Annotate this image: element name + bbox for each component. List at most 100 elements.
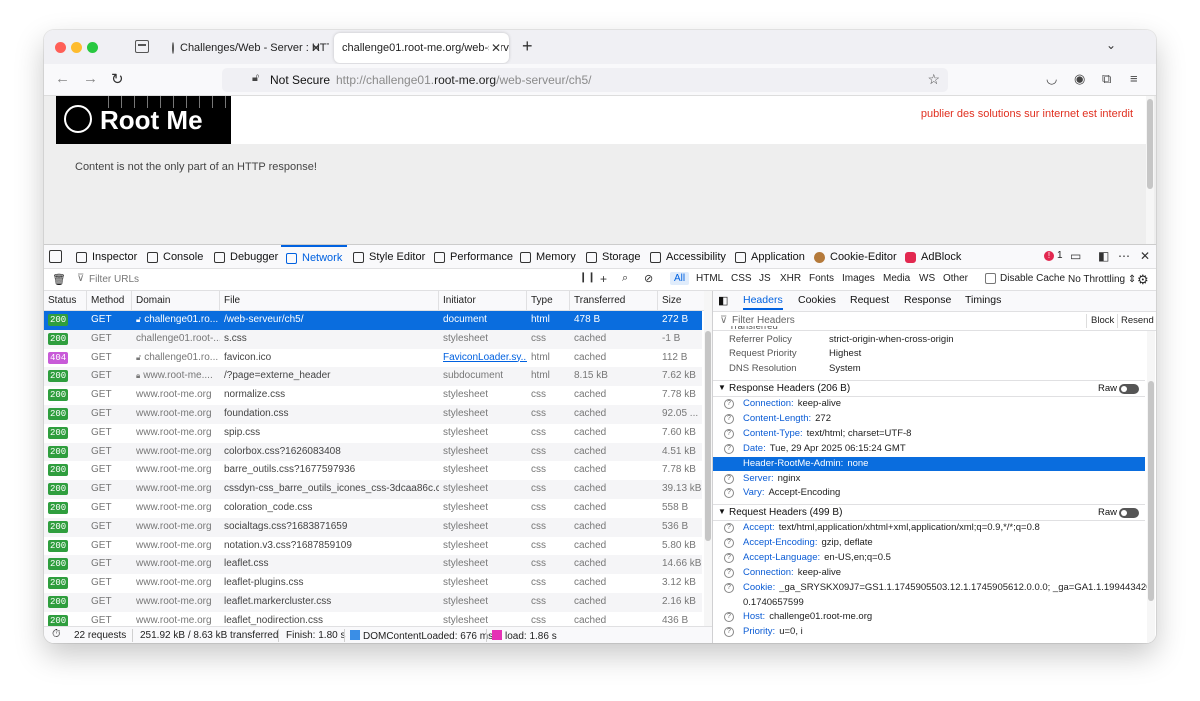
tab-headers[interactable]: Headers	[743, 294, 783, 310]
tab-application[interactable]: Application	[735, 245, 805, 269]
new-tab-icon[interactable]: +	[522, 36, 533, 57]
tab-challenges[interactable]: Challenges/Web - Server : HTTP ✕	[164, 33, 329, 63]
header-row[interactable]: ? Connection: keep-alive	[713, 397, 1145, 412]
trash-icon[interactable]: 🗑︎	[52, 273, 66, 286]
insecure-lock-icon[interactable]: 🔓︎	[252, 72, 259, 85]
table-row[interactable]: 200 GET www.root-me.org cssdyn-css_barre_ou…	[44, 480, 702, 499]
reload-icon[interactable]: ↻	[111, 70, 124, 88]
table-row[interactable]: 200 GET www.root-me.org colorbox.css?162608…	[44, 442, 702, 462]
filter-css[interactable]: CSS	[731, 273, 752, 284]
tab-style-editor[interactable]: Style Editor	[353, 245, 425, 269]
header-row[interactable]: ? Date: Tue, 29 Apr 2025 06:15:24 GMT	[713, 442, 1145, 457]
tab-overview-icon[interactable]	[135, 40, 149, 53]
back-icon[interactable]: ←	[55, 70, 70, 87]
header-row[interactable]: ? Content-Type: text/html; charset=UTF-8	[713, 427, 1145, 442]
dock-icon[interactable]: ◧	[1098, 249, 1109, 263]
more-options-icon[interactable]: ⋯	[1118, 249, 1130, 263]
tab-debugger[interactable]: Debugger	[214, 245, 278, 269]
col-type[interactable]: Type	[527, 291, 570, 311]
close-tab-icon[interactable]: ✕	[488, 41, 501, 55]
table-row[interactable]: 200 GET www.root-me.org foundation.css style…	[44, 405, 702, 424]
raw-toggle[interactable]	[1119, 508, 1139, 518]
tab-storage[interactable]: Storage	[586, 245, 641, 269]
extensions-icon[interactable]: ⧉	[1102, 71, 1111, 87]
checkbox[interactable]	[985, 273, 996, 284]
table-row[interactable]: 200 GET www.root-me.org coloration_code.css…	[44, 499, 702, 518]
tab-challenge-page[interactable]: challenge01.root-me.org/web-server ✕	[334, 33, 509, 63]
not-secure-label[interactable]: Not Secure	[270, 73, 330, 87]
table-row[interactable]: 200 GET www.root-me.org notation.v3.css?168…	[44, 537, 702, 556]
header-row[interactable]: ?Header-RootMe-Admin:none	[713, 456, 1145, 472]
toggle-sidebar-icon[interactable]: ◧	[718, 294, 728, 307]
help-icon[interactable]: ?	[724, 473, 734, 484]
chevron-down-icon[interactable]: ▼	[718, 383, 726, 392]
help-icon[interactable]: ?	[724, 488, 734, 499]
initiator-link[interactable]: FaviconLoader.sy...	[443, 352, 527, 363]
filter-js[interactable]: JS	[759, 273, 771, 284]
minimize-window-button[interactable]	[71, 42, 82, 53]
header-row[interactable]: ? Cookie: _ga_SRYSKX09J7=GS1.1.1745905503.…	[713, 581, 1151, 596]
filter-ws[interactable]: WS	[919, 273, 935, 284]
details-scrollbar[interactable]	[1147, 331, 1155, 643]
col-size[interactable]: Size	[658, 291, 702, 311]
help-icon[interactable]: ?	[724, 443, 734, 454]
close-tab-icon[interactable]: ✕	[311, 41, 321, 55]
menu-icon[interactable]: ≡	[1130, 71, 1138, 86]
help-icon[interactable]: ?	[724, 627, 734, 638]
header-row[interactable]: ? Vary: Accept-Encoding	[713, 486, 1145, 501]
help-icon[interactable]: ?	[724, 567, 734, 578]
tab-accessibility[interactable]: Accessibility	[650, 245, 726, 269]
table-row[interactable]: 200 GET 🔒︎ www.root-me.... /?page=externe_he…	[44, 367, 702, 387]
table-row[interactable]: 200 GET 🔓︎ challenge01.ro... /web-serveur/ch…	[44, 311, 702, 330]
pocket-icon[interactable]: ◡	[1046, 71, 1057, 87]
col-transferred[interactable]: Transferred	[570, 291, 658, 311]
pause-icon[interactable]: ❙❙	[579, 272, 596, 283]
forward-icon[interactable]: →	[83, 70, 98, 87]
header-row[interactable]: ? Accept: text/html,application/xhtml+xml,…	[713, 521, 1145, 536]
tab-inspector[interactable]: Inspector	[76, 245, 137, 269]
close-window-button[interactable]	[55, 42, 66, 53]
table-row[interactable]: 200 GET www.root-me.org leaflet.markerclust…	[44, 593, 702, 612]
help-icon[interactable]: ?	[724, 537, 734, 548]
responsive-icon[interactable]: ▭	[1070, 249, 1081, 263]
table-row[interactable]: 200 GET www.root-me.org socialtags.css?1683…	[44, 517, 702, 537]
help-icon[interactable]: ?	[724, 612, 734, 623]
help-icon[interactable]: ?	[724, 523, 734, 533]
header-row[interactable]: ? Priority: u=0, i	[713, 625, 1145, 640]
gear-icon[interactable]: ⚙	[1137, 272, 1149, 288]
header-row[interactable]: ? Accept-Language: en-US,en;q=0.5	[713, 551, 1145, 566]
chevron-down-icon[interactable]: ⌄	[1106, 38, 1116, 52]
table-row[interactable]: 200 GET challenge01.root-... s.css styleshee…	[44, 329, 702, 349]
header-row[interactable]: ? Server: nginx	[713, 472, 1145, 487]
tab-console[interactable]: Console	[147, 245, 203, 269]
header-row[interactable]: ? Host: challenge01.root-me.org	[713, 610, 1145, 625]
tab-memory[interactable]: Memory	[520, 245, 576, 269]
table-row[interactable]: 200 GET www.root-me.org normalize.css styles…	[44, 386, 702, 405]
bookmark-star-icon[interactable]: ☆	[927, 71, 940, 88]
table-row[interactable]: 200 GET www.root-me.org barre_outils.css?16…	[44, 461, 702, 480]
header-row[interactable]: ? Connection: keep-alive	[713, 566, 1145, 581]
raw-toggle[interactable]	[1119, 384, 1139, 394]
tab-network[interactable]: Network	[281, 245, 348, 269]
search-icon[interactable]: ⌕	[622, 272, 628, 285]
error-icon[interactable]: !	[1044, 251, 1054, 261]
block-icon[interactable]: ⊘	[644, 272, 653, 285]
filter-xhr[interactable]: XHR	[780, 273, 801, 284]
table-row[interactable]: 200 GET www.root-me.org leaflet-plugins.css…	[44, 574, 702, 593]
table-scrollbar[interactable]	[704, 291, 712, 626]
filter-other[interactable]: Other	[943, 273, 968, 284]
tab-cookie-editor[interactable]: Cookie-Editor	[814, 245, 897, 269]
table-row[interactable]: 200 GET www.root-me.org leaflet_nodirection…	[44, 612, 702, 626]
page-scrollbar[interactable]	[1146, 96, 1154, 244]
help-icon[interactable]: ?	[724, 552, 734, 563]
block-button[interactable]: Block	[1091, 315, 1114, 326]
help-icon[interactable]: ?	[724, 399, 734, 409]
tab-response[interactable]: Response	[904, 294, 951, 306]
resend-button[interactable]: Resend	[1121, 315, 1154, 326]
table-row[interactable]: 404 GET 🔓︎ challenge01.ro... favicon.ico Favi…	[44, 349, 702, 368]
help-icon[interactable]: ?	[724, 413, 734, 424]
filter-fonts[interactable]: Fonts	[809, 273, 834, 284]
col-method[interactable]: Method	[87, 291, 132, 311]
disable-cache-checkbox[interactable]: Disable Cache	[985, 273, 1065, 284]
table-row[interactable]: 200 GET www.root-me.org spip.css stylesheet c…	[44, 424, 702, 443]
